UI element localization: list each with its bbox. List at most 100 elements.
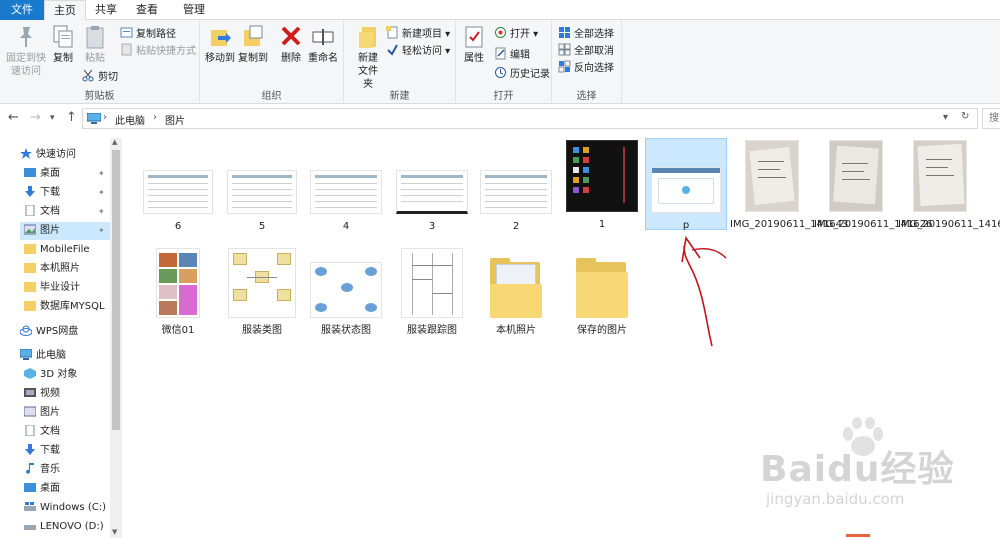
nav-item-pc-downloads[interactable]: 下载 <box>24 442 60 460</box>
search-input[interactable]: 搜 <box>982 108 1000 129</box>
nav-item-downloads[interactable]: 下载 <box>24 184 60 202</box>
nav-item-drive-d[interactable]: LENOVO (D:) <box>24 518 104 536</box>
file-tile[interactable]: IMG_20190611_141614 <box>898 136 1000 231</box>
nav-item-music[interactable]: 音乐 <box>24 461 60 479</box>
file-name: 4 <box>342 221 350 232</box>
scroll-up-icon[interactable]: ▲ <box>112 138 117 146</box>
folder-tile[interactable]: 保存的图片 <box>560 244 644 337</box>
easy-access-button[interactable]: 轻松访问 ▾ <box>386 43 450 59</box>
file-tile[interactable]: IMG_20190611_141643 <box>730 136 848 231</box>
up-arrow-icon[interactable]: ↑ <box>66 110 77 125</box>
nav-item-3d-objects[interactable]: 3D 对象 <box>24 366 77 384</box>
video-icon <box>24 388 36 397</box>
copy-button[interactable]: 复制 <box>48 24 78 65</box>
copy-to-button[interactable]: 复制到 <box>236 24 270 65</box>
orange-marker <box>846 534 870 537</box>
file-tile[interactable]: 服装类图 <box>220 244 304 337</box>
nav-item-desktop[interactable]: 桌面 <box>24 165 60 183</box>
select-group-label: 选择 <box>576 91 597 102</box>
paste-button[interactable]: 粘贴 <box>80 24 110 65</box>
pin-icon[interactable]: ✦ <box>98 188 105 197</box>
file-tile[interactable]: 3 <box>390 136 474 233</box>
file-tile[interactable]: 服装状态图 <box>304 244 388 337</box>
open-button[interactable]: 打开 ▾ <box>494 26 538 42</box>
delete-button[interactable]: 删除 <box>278 24 304 65</box>
nav-item-label: 桌面 <box>40 168 60 179</box>
cut-button[interactable]: 剪切 <box>82 69 118 85</box>
history-button[interactable]: 历史记录 <box>494 66 550 82</box>
nav-item-label: MobileFile <box>40 244 90 255</box>
open-dropdown-icon: ▾ <box>530 29 539 40</box>
pin-icon[interactable]: ✦ <box>98 169 105 178</box>
tab-view[interactable]: 查看 <box>126 0 168 20</box>
file-tile[interactable]: IMG_20190611_141626 <box>814 136 932 231</box>
file-name: 3 <box>428 221 436 232</box>
select-none-button[interactable]: 全部取消 <box>558 43 614 59</box>
pin-icon[interactable]: ✦ <box>98 226 105 235</box>
nav-quick-access[interactable]: 快速访问 <box>20 146 76 164</box>
new-folder-button[interactable]: 新建文件夹 <box>348 24 388 91</box>
nav-item-pc-pictures[interactable]: 图片 <box>24 404 60 422</box>
file-thumbnail <box>401 248 463 318</box>
tab-home[interactable]: 主页 <box>44 0 86 21</box>
address-dropdown-icon[interactable]: ▾ <box>943 112 948 123</box>
scroll-down-icon[interactable]: ▼ <box>112 528 117 536</box>
nav-item-documents[interactable]: 文档 <box>24 203 60 221</box>
nav-item-pc-desktop[interactable]: 桌面 <box>24 480 60 498</box>
move-to-button[interactable]: 移动到 <box>204 24 236 65</box>
file-tile[interactable]: 5 <box>220 136 304 233</box>
folder-icon <box>576 258 628 318</box>
select-all-button[interactable]: 全部选择 <box>558 26 614 42</box>
tab-manage[interactable]: 管理 <box>172 0 216 20</box>
tab-share[interactable]: 共享 <box>86 0 126 20</box>
file-name: 服装类图 <box>242 325 282 336</box>
refresh-icon[interactable]: ↻ <box>961 111 969 122</box>
invert-selection-button[interactable]: 反向选择 <box>558 60 614 76</box>
pin-icon[interactable]: ✦ <box>98 207 105 216</box>
nav-item-mysql[interactable]: 数据库MYSQL <box>24 298 105 316</box>
file-tile[interactable]: 6 <box>136 136 220 233</box>
back-arrow-icon[interactable]: ← <box>8 110 19 125</box>
nav-item-label: 文档 <box>40 206 60 217</box>
properties-label: 属性 <box>464 53 484 64</box>
file-tile[interactable]: 服装跟踪图 <box>390 244 474 337</box>
edit-button[interactable]: 编辑 <box>494 47 530 63</box>
nav-scrollbar[interactable]: ▲ ▼ <box>110 138 122 538</box>
nav-item-mobilefile[interactable]: MobileFile <box>24 241 90 259</box>
file-tile[interactable]: 4 <box>304 136 388 233</box>
nav-item-drive-c[interactable]: Windows (C:) <box>24 499 106 517</box>
download-icon <box>25 186 35 197</box>
rename-button[interactable]: 重命名 <box>306 24 340 65</box>
pin-quick-access-button[interactable]: 固定到快速访问 <box>4 24 48 78</box>
nav-wps-drive[interactable]: WPS网盘 <box>20 323 78 341</box>
copy-path-label: 复制路径 <box>136 29 176 40</box>
nav-item-local-photos[interactable]: 本机照片 <box>24 260 80 278</box>
nav-item-label: 下载 <box>40 445 60 456</box>
delete-label: 删除 <box>281 53 301 64</box>
copy-to-label: 复制到 <box>238 53 268 64</box>
nav-this-pc[interactable]: 此电脑 <box>20 347 66 365</box>
file-tile[interactable]: 微信01 <box>136 244 220 337</box>
file-explorer-window: 文件 主页 共享 查看 管理 固定到快速访问 复制 粘贴 复制路径 粘贴快捷方式… <box>0 0 1000 538</box>
folder-icon <box>24 282 36 292</box>
breadcrumb-pictures[interactable]: 图片 <box>165 112 185 127</box>
breadcrumb-this-pc[interactable]: 此电脑 <box>115 112 145 127</box>
file-tile-selected[interactable]: p <box>645 138 727 231</box>
open-group-label: 打开 <box>493 91 514 102</box>
new-item-button[interactable]: 新建项目 ▾ <box>386 26 450 42</box>
file-thumbnail <box>829 140 883 212</box>
forward-arrow-icon[interactable]: → <box>30 110 41 125</box>
copy-path-button[interactable]: 复制路径 <box>120 26 176 42</box>
properties-button[interactable]: 属性 <box>460 24 488 65</box>
recent-dropdown-icon[interactable]: ▾ <box>50 113 55 123</box>
tab-file[interactable]: 文件 <box>0 0 44 20</box>
nav-item-videos[interactable]: 视频 <box>24 385 60 403</box>
nav-scrollbar-thumb[interactable] <box>112 150 120 430</box>
paste-shortcut-button[interactable]: 粘贴快捷方式 <box>120 43 196 59</box>
nav-item-graduation-design[interactable]: 毕业设计 <box>24 279 80 297</box>
address-box[interactable]: › 此电脑 › 图片 ▾ ↻ <box>82 108 978 129</box>
nav-item-pc-documents[interactable]: 文档 <box>24 423 60 441</box>
file-tile[interactable]: 1 <box>560 136 644 231</box>
file-tile[interactable]: 2 <box>474 136 558 233</box>
folder-tile[interactable]: 本机照片 <box>474 244 558 337</box>
